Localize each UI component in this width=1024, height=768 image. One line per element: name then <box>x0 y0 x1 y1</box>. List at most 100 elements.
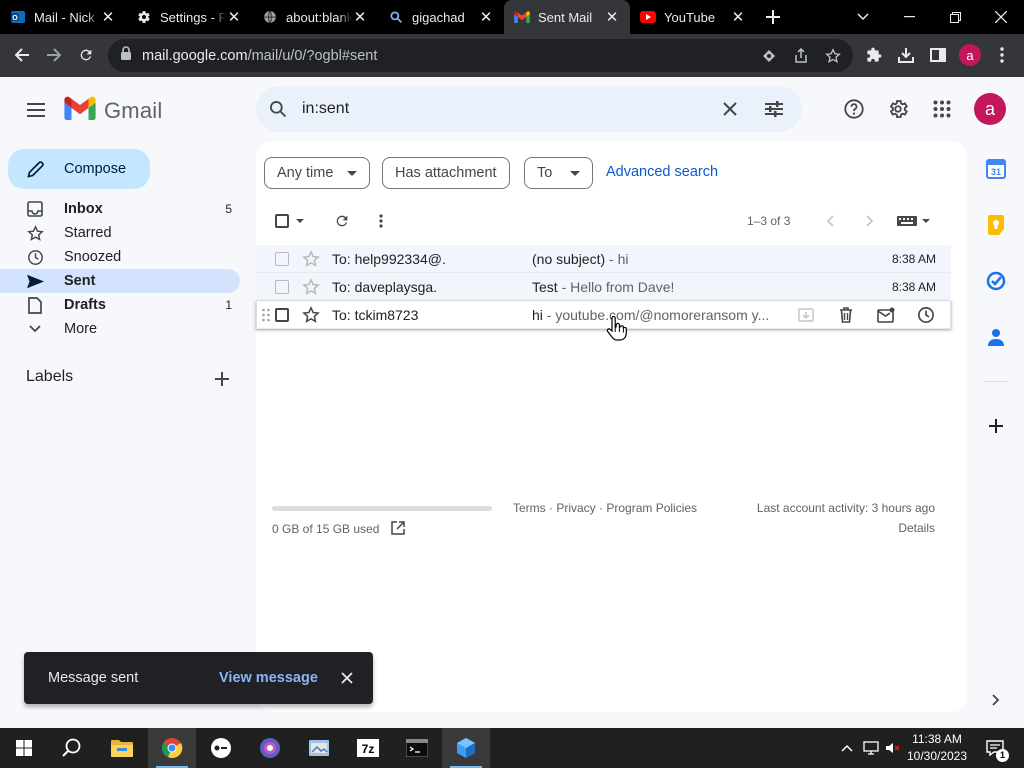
search-input[interactable]: in:sent <box>302 100 349 118</box>
calendar-icon[interactable]: 31 <box>984 157 1008 181</box>
app-icon-2[interactable] <box>246 728 294 768</box>
create-label-icon[interactable] <box>212 369 232 389</box>
row-checkbox[interactable] <box>275 308 289 322</box>
gmail-logo[interactable]: Gmail <box>64 96 162 125</box>
input-tools-icon[interactable] <box>897 211 933 231</box>
search-icon[interactable] <box>268 99 288 119</box>
expand-panel-icon[interactable] <box>984 688 1008 712</box>
nav-item-sent[interactable]: Sent <box>0 269 240 293</box>
browser-tab-sent-mail[interactable]: Sent Mail ✕ <box>504 0 630 34</box>
close-icon[interactable]: ✕ <box>100 9 116 26</box>
taskbar-search-icon[interactable] <box>48 728 96 768</box>
mark-unread-icon[interactable] <box>876 305 896 325</box>
profile-avatar[interactable]: a <box>953 38 987 72</box>
close-icon[interactable]: ✕ <box>730 9 746 26</box>
star-icon[interactable] <box>302 278 320 296</box>
message-row[interactable]: To: daveplaysga. Test - Hello from Dave!… <box>256 273 951 301</box>
program-policies-link[interactable]: Program Policies <box>606 501 697 515</box>
app-icon-4[interactable] <box>442 728 490 768</box>
tab-search-icon[interactable] <box>840 0 886 34</box>
bookmark-star-icon[interactable] <box>824 47 842 65</box>
snooze-clock-icon[interactable] <box>916 305 936 325</box>
app-icon-1[interactable] <box>197 728 245 768</box>
nav-item-more[interactable]: More <box>0 317 240 341</box>
search-bar[interactable]: in:sent <box>256 86 802 132</box>
close-icon[interactable]: ✕ <box>478 9 494 26</box>
advanced-search-link[interactable]: Advanced search <box>606 164 718 180</box>
terms-link[interactable]: Terms <box>513 501 546 515</box>
minimize-button[interactable] <box>886 0 932 34</box>
show-hidden-icons-icon[interactable] <box>838 739 856 757</box>
apps-grid-icon[interactable] <box>930 97 954 121</box>
restore-button[interactable] <box>932 0 978 34</box>
clear-search-icon[interactable] <box>718 97 742 121</box>
message-row[interactable]: To: tckim8723 hi - youtube.com/@nomorera… <box>256 301 951 329</box>
close-icon[interactable]: ✕ <box>352 9 368 26</box>
search-options-icon[interactable] <box>762 97 786 121</box>
get-addons-icon[interactable] <box>984 414 1008 438</box>
delete-icon[interactable] <box>836 305 856 325</box>
select-all-checkbox[interactable] <box>272 211 292 231</box>
star-icon[interactable] <box>302 250 320 268</box>
side-panel-icon[interactable] <box>921 38 955 72</box>
share-icon[interactable] <box>792 47 810 65</box>
more-options-icon[interactable] <box>371 211 391 231</box>
row-checkbox[interactable] <box>275 280 289 294</box>
view-message-link[interactable]: View message <box>219 670 318 686</box>
tracking-protection-icon[interactable] <box>760 47 778 65</box>
select-dropdown-icon[interactable] <box>292 211 308 231</box>
browser-tab-gigachad[interactable]: gigachad ✕ <box>378 0 504 34</box>
to-filter[interactable]: To <box>524 157 594 189</box>
chrome-taskbar-icon[interactable] <box>148 728 196 768</box>
lock-icon[interactable] <box>120 46 132 65</box>
drag-handle-icon[interactable] <box>261 308 271 322</box>
back-button[interactable] <box>5 38 39 72</box>
forward-button[interactable] <box>37 38 71 72</box>
help-icon[interactable] <box>842 97 866 121</box>
older-page-icon[interactable] <box>860 211 880 231</box>
extensions-icon[interactable] <box>857 38 891 72</box>
download-icon[interactable] <box>889 38 923 72</box>
newer-page-icon[interactable] <box>820 211 840 231</box>
address-bar[interactable]: mail.google.com/mail/u/0/?ogbl#sent <box>108 39 853 72</box>
archive-icon[interactable] <box>796 305 816 325</box>
browser-tab-mail[interactable]: O Mail - Nick ✕ <box>0 0 126 34</box>
refresh-icon[interactable] <box>332 211 352 231</box>
browser-tab-about-blank[interactable]: about:blank ✕ <box>252 0 378 34</box>
nav-item-starred[interactable]: Starred <box>0 221 240 245</box>
browser-tab-youtube[interactable]: YouTube ✕ <box>630 0 756 34</box>
close-window-button[interactable] <box>978 0 1024 34</box>
details-link[interactable]: Details <box>898 521 935 535</box>
nav-item-drafts[interactable]: Drafts 1 <box>0 293 240 317</box>
app-icon-3[interactable] <box>295 728 343 768</box>
compose-button[interactable]: Compose <box>8 149 150 189</box>
any-time-filter[interactable]: Any time <box>264 157 371 189</box>
network-icon[interactable] <box>862 739 880 757</box>
settings-gear-icon[interactable] <box>886 97 910 121</box>
row-checkbox[interactable] <box>275 252 289 266</box>
message-row[interactable]: To: help992334@. (no subject) - hi 8:38 … <box>256 245 951 273</box>
keep-icon[interactable] <box>984 213 1008 237</box>
privacy-link[interactable]: Privacy <box>556 501 595 515</box>
close-icon[interactable]: ✕ <box>226 9 242 26</box>
nav-item-snoozed[interactable]: Snoozed <box>0 245 240 269</box>
nav-item-inbox[interactable]: Inbox 5 <box>0 197 240 221</box>
close-icon[interactable]: ✕ <box>604 9 620 26</box>
account-avatar[interactable]: a <box>974 93 1006 125</box>
has-attachment-filter[interactable]: Has attachment <box>382 157 510 189</box>
new-tab-button[interactable] <box>756 0 790 34</box>
reload-button[interactable] <box>69 38 103 72</box>
tasks-icon[interactable] <box>984 269 1008 293</box>
start-button[interactable] <box>0 728 48 768</box>
browser-tab-settings[interactable]: Settings - Privacy ✕ <box>126 0 252 34</box>
external-link-icon[interactable] <box>391 521 405 538</box>
main-menu-icon[interactable] <box>24 98 48 122</box>
file-explorer-icon[interactable] <box>98 728 146 768</box>
chrome-menu-icon[interactable] <box>985 38 1019 72</box>
contacts-icon[interactable] <box>984 325 1008 349</box>
taskbar-clock[interactable]: 11:38 AM 10/30/2023 <box>900 731 974 765</box>
7zip-icon[interactable]: 7z <box>344 728 392 768</box>
terminal-icon[interactable] <box>393 728 441 768</box>
close-icon[interactable] <box>337 668 357 688</box>
star-icon[interactable] <box>302 306 320 324</box>
